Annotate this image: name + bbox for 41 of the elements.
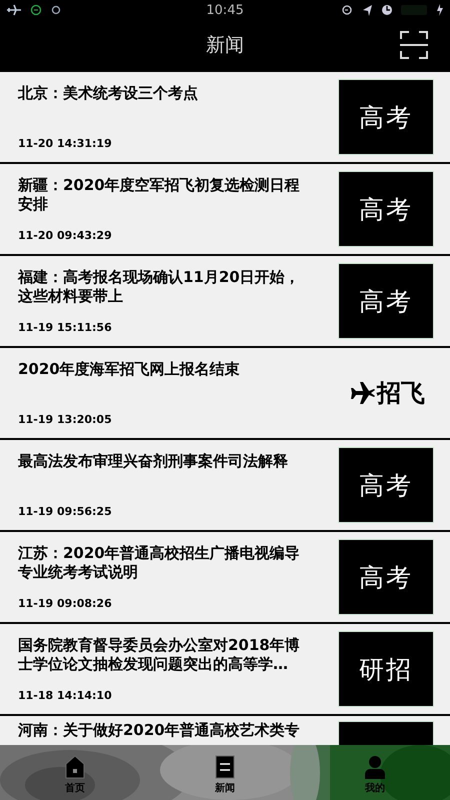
news-title: 北京：美术统考设三个考点 (18, 84, 199, 103)
location-icon (361, 3, 373, 17)
news-title: 新疆：2020年度空军招飞初复选检测日程安排 (18, 176, 301, 214)
news-time: 11-19 09:56:25 (18, 505, 113, 518)
category-label: 研招 (359, 654, 413, 686)
alarm-icon (381, 3, 393, 17)
news-item[interactable]: 2020年度海军招飞网上报名结束 11-19 13:20:05 招飞 (0, 348, 450, 438)
status-time: 10:45 (206, 2, 244, 18)
news-item[interactable]: 国务院教育督导委员会办公室对2018年博士学位论文抽检发现问题突出的高等学… 11-18 14:14:10 研招 (0, 624, 450, 714)
scan-icon[interactable] (400, 31, 428, 59)
person-icon (365, 754, 385, 778)
news-item[interactable]: 福建：高考报名现场确认11月20日开始，这些材料要带上 11-19 15:11:56 高考 (0, 256, 450, 346)
charging-icon (435, 3, 444, 17)
news-time: 11-19 15:11:56 (18, 321, 113, 334)
status-circle-icon (50, 3, 62, 17)
airplane-mode-icon (6, 3, 22, 17)
news-time: 11-19 09:08:26 (18, 597, 113, 610)
news-title: 2020年度海军招飞网上报名结束 (18, 360, 241, 379)
category-label: 高考 (359, 286, 413, 318)
news-item[interactable]: 江苏：2020年普通高校招生广播电视编导专业统考考试说明 11-19 09:08:26 高考 (0, 532, 450, 622)
document-icon (215, 754, 235, 778)
category-label: 高考 (359, 102, 413, 134)
news-time: 11-18 14:14:10 (18, 689, 113, 702)
category-label: 招飞 (377, 378, 425, 409)
news-title: 江苏：2020年普通高校招生广播电视编导专业统考考试说明 (18, 544, 301, 582)
category-label: 高考 (359, 562, 413, 594)
news-title: 福建：高考报名现场确认11月20日开始，这些材料要带上 (18, 268, 301, 306)
news-item[interactable]: 北京：美术统考设三个考点 11-20 14:31:19 高考 (0, 72, 450, 162)
news-title: 国务院教育督导委员会办公室对2018年博士学位论文抽检发现问题突出的高等学… (18, 636, 301, 674)
page-title: 新闻 (206, 33, 244, 58)
news-time: 11-20 14:31:19 (18, 137, 113, 150)
news-time: 11-20 09:43:29 (18, 229, 113, 242)
news-time: 11-19 13:20:05 (18, 413, 113, 426)
news-item[interactable]: 最高法发布审理兴奋剂刑事案件司法解释 11-19 09:56:25 高考 (0, 440, 450, 530)
news-title: 河南：关于做好2020年普通高校艺术类专 (18, 721, 301, 740)
category-label: 高考 (359, 470, 413, 502)
tab-button[interactable]: 新闻 (150, 745, 300, 800)
news-item[interactable]: 河南：关于做好2020年普通高校艺术类专 (0, 716, 450, 745)
category-label: 高考 (359, 194, 413, 226)
news-item[interactable]: 新疆：2020年度空军招飞初复选检测日程安排 11-20 09:43:29 高考 (0, 164, 450, 254)
news-title: 最高法发布审理兴奋剂刑事案件司法解释 (18, 452, 289, 471)
